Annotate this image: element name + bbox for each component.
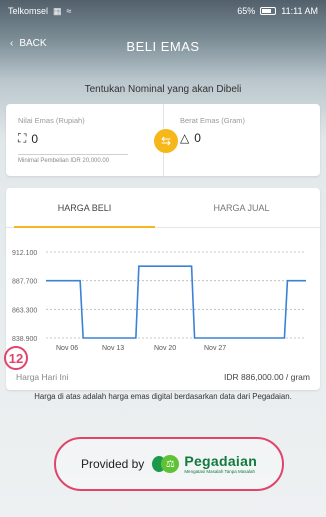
disclaimer-text: Harga di atas adalah harga emas digital …	[34, 392, 292, 401]
status-left: Telkomsel ▦ ≈	[8, 6, 71, 17]
price-card: HARGA BELI HARGA JUAL 912.100 887.700 863.…	[6, 188, 320, 390]
y-tick-label: 912.100	[12, 250, 37, 257]
tab-harga-jual[interactable]: HARGA JUAL	[163, 188, 320, 227]
chart-svg: 912.100 887.700 863.300 838.900 Nov 06 Nov 13…	[12, 250, 306, 352]
status-right: 65% 11:11 AM	[237, 6, 318, 16]
y-tick-label: 863.300	[12, 307, 37, 314]
nominal-subtitle: Tentukan Nominal yang akan Dibeli	[84, 84, 242, 95]
price-series-line	[46, 265, 306, 339]
minimum-purchase-text: Minimal Pembelian IDR 20,000.00	[18, 154, 128, 164]
gram-value-row[interactable]: △ 0	[180, 131, 308, 145]
swap-icon: ⇆	[160, 134, 172, 148]
tab-harga-beli[interactable]: HARGA BELI	[6, 188, 163, 228]
price-tabs: HARGA BELI HARGA JUAL	[6, 188, 320, 228]
gold-bars-icon: △	[180, 131, 190, 145]
today-price-row: Harga Hari Ini IDR 886,000.00 / gram	[6, 364, 320, 390]
x-tick-label: Nov 20	[154, 345, 176, 352]
pegadaian-icon: ⚖	[152, 454, 180, 474]
carrier-label: Telkomsel	[8, 6, 49, 16]
rupiah-value[interactable]: 0	[31, 132, 38, 146]
x-tick-label: Nov 06	[56, 345, 78, 352]
nominal-card: Nilai Emas (Rupiah) ⛶ 0 Minimal Pembelia…	[6, 104, 320, 176]
gram-label: Berat Emas (Gram)	[180, 116, 246, 125]
today-price-label: Harga Hari Ini	[16, 372, 69, 382]
step-badge: 12	[4, 346, 28, 370]
rupiah-label: Nilai Emas (Rupiah)	[18, 116, 85, 125]
page-title: BELI EMAS	[126, 38, 200, 54]
money-bag-icon: ⛶	[18, 131, 27, 145]
x-tick-label: Nov 27	[204, 345, 226, 352]
time-label: 11:11 AM	[281, 6, 318, 16]
price-chart: 912.100 887.700 863.300 838.900 Nov 06 Nov 13…	[6, 228, 320, 358]
wifi-icon: ≈	[66, 6, 72, 16]
today-price-value: IDR 886,000.00 / gram	[224, 372, 310, 382]
provider-box: Provided by ⚖ Pegadaian Mengatasi Masala…	[54, 437, 284, 491]
back-button[interactable]: ‹ BACK	[10, 38, 47, 49]
app-header: ‹ BACK BELI EMAS	[0, 32, 326, 60]
pegadaian-logo: ⚖ Pegadaian Mengatasi Masalah Tanpa Masa…	[152, 454, 257, 475]
battery-icon	[260, 7, 277, 15]
rupiah-value-row[interactable]: ⛶ 0	[18, 131, 151, 146]
status-bar: Telkomsel ▦ ≈ 65% 11:11 AM	[0, 0, 326, 22]
back-label: BACK	[19, 38, 47, 49]
x-tick-label: Nov 13	[102, 345, 124, 352]
gram-input-group[interactable]: Berat Emas (Gram) △ 0	[163, 104, 320, 176]
gram-value[interactable]: 0	[194, 131, 201, 145]
pegadaian-brand: Pegadaian	[184, 452, 258, 469]
battery-percent: 65%	[237, 6, 256, 16]
provided-by-label: Provided by	[80, 457, 145, 471]
chevron-left-icon: ‹	[10, 38, 14, 49]
y-tick-label: 887.700	[12, 279, 37, 286]
y-tick-label: 838.900	[12, 336, 37, 343]
signal-icon: ▦	[53, 5, 62, 16]
rupiah-input-group[interactable]: Nilai Emas (Rupiah) ⛶ 0 Minimal Pembelia…	[6, 104, 163, 176]
pegadaian-tagline: Mengatasi Masalah Tanpa Masalah	[184, 468, 256, 474]
swap-button[interactable]: ⇆	[154, 129, 178, 153]
pegadaian-text: Pegadaian Mengatasi Masalah Tanpa Masala…	[184, 454, 257, 475]
